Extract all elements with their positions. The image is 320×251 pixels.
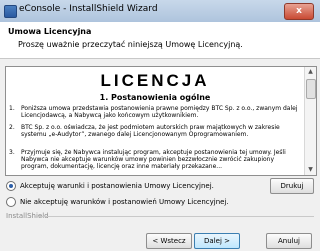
back-button[interactable]: < Wstecz [146, 233, 192, 249]
section-heading: 1. Postanowienia ogólne [99, 93, 211, 102]
item-number: 1. [9, 105, 15, 112]
license-paragraph: BTC Sp. z o.o. oświadcza, że jest podmio… [21, 124, 280, 138]
accept-radio-button[interactable] [6, 181, 16, 191]
cancel-button[interactable]: Anuluj [266, 233, 312, 249]
vertical-scrollbar[interactable]: ▲ ▼ [304, 67, 316, 175]
window-title: eConsole - InstallShield Wizard [19, 4, 158, 14]
next-button[interactable]: Dalej > [194, 233, 240, 249]
installer-window: eConsole - InstallShield Wizard x Umowa … [0, 0, 320, 251]
title-bar: eConsole - InstallShield Wizard x [0, 0, 320, 22]
license-content: LICENCJA 1. Postanowienia ogólne 1. Poni… [6, 67, 304, 175]
license-paragraph: Poniższa umowa przedstawia postanowienia… [21, 105, 298, 119]
footer-divider [34, 216, 314, 217]
scroll-down-arrow-icon[interactable]: ▼ [305, 165, 316, 175]
item-number: 2. [9, 124, 15, 131]
accept-radio-option[interactable]: Akceptuję warunki i postanowienia Umowy … [6, 181, 214, 193]
reject-radio-option[interactable]: Nie akceptuję warunków i postanowień Umo… [6, 197, 229, 209]
license-text-box[interactable]: LICENCJA 1. Postanowienia ogólne 1. Poni… [5, 66, 317, 176]
print-button[interactable]: Drukuj [270, 178, 314, 194]
installer-app-icon [4, 5, 17, 18]
close-button[interactable]: x [284, 3, 314, 20]
item-number: 3. [9, 149, 15, 156]
scroll-up-arrow-icon[interactable]: ▲ [305, 67, 316, 77]
reject-radio-label: Nie akceptuję warunków i postanowień Umo… [20, 198, 229, 206]
license-heading: LICENCJA [100, 71, 210, 90]
page-title: Umowa Licencyjna [8, 27, 92, 36]
page-subtitle: Proszę uważnie przeczytać niniejszą Umow… [18, 40, 243, 49]
accept-radio-label: Akceptuję warunki i postanowienia Umowy … [20, 182, 214, 190]
scroll-thumb[interactable] [306, 79, 316, 99]
license-paragraph: Przyjmuje się, że Nabywca instalując pro… [21, 149, 286, 170]
reject-radio-button[interactable] [6, 197, 16, 207]
wizard-header: Umowa Licencyjna Proszę uważnie przeczyt… [0, 22, 320, 59]
